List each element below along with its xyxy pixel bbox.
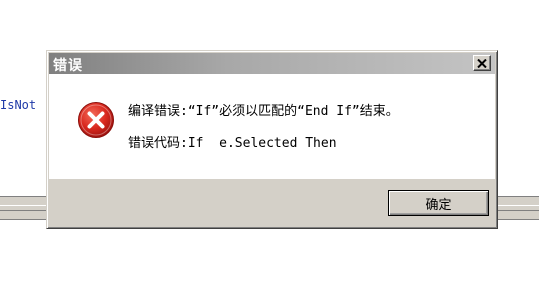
dialog-content: 编译错误:“If”必须以匹配的“End If”结束。 错误代码:If e.Sel… bbox=[49, 74, 495, 179]
error-dialog: 错误 编译错误:“If”必须以匹配的“End If”结束。 错误代码:If e.… bbox=[46, 50, 498, 229]
background-toolbar-left bbox=[0, 196, 47, 220]
background-toolbar-line bbox=[0, 205, 47, 211]
ok-button-label: 确定 bbox=[425, 197, 452, 213]
ok-button[interactable]: 确定 bbox=[388, 190, 489, 216]
close-button[interactable] bbox=[473, 55, 491, 71]
dialog-title: 错误 bbox=[53, 58, 83, 74]
dialog-titlebar[interactable]: 错误 bbox=[49, 53, 495, 74]
background-toolbar-right bbox=[498, 196, 539, 220]
background-code-fragment: IsNot bbox=[0, 98, 37, 112]
screen: IsNot 错误 编译错误:“If”必须以匹配的“End If”结束。 错误代码… bbox=[0, 0, 539, 285]
error-code-line: 错误代码:If e.Selected Then bbox=[128, 136, 337, 151]
close-icon bbox=[477, 58, 487, 68]
error-message: 编译错误:“If”必须以匹配的“End If”结束。 bbox=[128, 104, 399, 119]
background-toolbar-line bbox=[498, 205, 539, 211]
error-icon bbox=[77, 101, 115, 139]
